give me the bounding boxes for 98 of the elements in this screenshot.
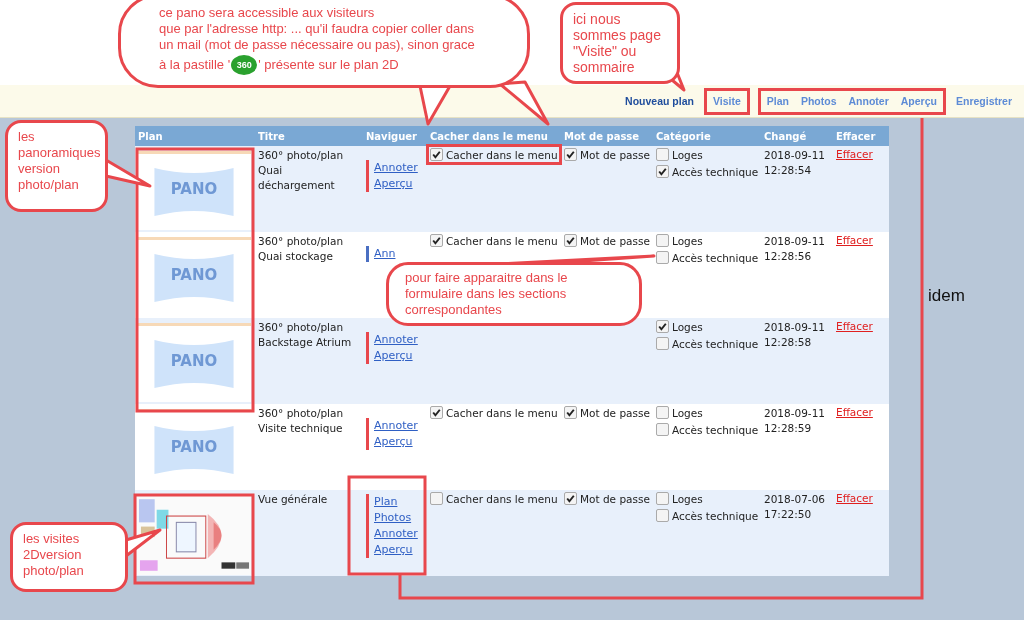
changed-date: 2018-09-11 <box>764 234 827 249</box>
changed-date: 2018-07-06 <box>764 492 827 507</box>
nav-link[interactable]: Aperçu <box>894 95 943 107</box>
row-title: Quai stockage <box>258 249 334 264</box>
checkbox[interactable] <box>656 406 669 419</box>
checkbox-label: Loges <box>672 492 703 505</box>
checkbox[interactable] <box>564 406 577 419</box>
checkbox-label: Mot de passe <box>580 406 650 419</box>
checkbox[interactable] <box>430 492 443 505</box>
checkbox-label: Mot de passe <box>580 148 650 161</box>
nav-link[interactable]: Visite <box>706 95 747 107</box>
row-title: Visite technique <box>258 421 344 436</box>
checkbox[interactable] <box>564 234 577 247</box>
row-link[interactable]: Ann <box>374 246 396 262</box>
delete-link[interactable]: Effacer <box>836 320 873 332</box>
row-link[interactable]: Annoter <box>374 160 418 176</box>
column-header: Titre <box>255 126 363 146</box>
checkbox-label: Accès technique <box>672 423 759 436</box>
delete-link[interactable]: Effacer <box>836 406 873 418</box>
column-header: Catégorie <box>653 126 761 146</box>
checkbox[interactable] <box>656 165 669 178</box>
row-link[interactable]: Photos <box>374 510 418 526</box>
row-title: 360° photo/plan <box>258 320 345 335</box>
checkbox[interactable] <box>564 148 577 161</box>
changed-date: 17:22:50 <box>764 507 813 522</box>
changed-date: 2018-09-11 <box>764 148 827 163</box>
callout-text: ici nous sommes page "Visite" ou sommaire <box>573 11 661 75</box>
checkbox-label: Loges <box>672 234 703 247</box>
row-link[interactable]: Aperçu <box>374 542 418 558</box>
annotation-text: idem <box>928 286 965 306</box>
checkbox[interactable] <box>656 251 669 264</box>
checkbox-label: Cacher dans le menu <box>446 234 558 247</box>
row-link[interactable]: Aperçu <box>374 348 418 364</box>
delete-link[interactable]: Effacer <box>836 234 873 246</box>
column-header: Changé <box>761 126 833 146</box>
callout-text: à la pastille ' <box>159 57 231 73</box>
row-link[interactable]: Annoter <box>374 526 418 542</box>
column-header: Naviguer <box>363 126 427 146</box>
checkbox-label: Accès technique <box>672 165 759 178</box>
checkbox-label: Cacher dans le menu <box>446 406 558 419</box>
row-title: 360° photo/plan <box>258 234 345 249</box>
checkbox[interactable] <box>656 320 669 333</box>
row-title: déchargement <box>258 178 336 193</box>
changed-date: 2018-09-11 <box>764 406 827 421</box>
changed-date: 12:28:54 <box>764 163 813 178</box>
callout-text: un mail (mot de passe nécessaire ou pas), sinon grace <box>159 37 476 53</box>
checkbox[interactable] <box>430 406 443 419</box>
callout-text: ce pano sera accessible aux visiteurs <box>159 5 376 21</box>
column-header: Plan <box>135 126 255 146</box>
checkbox-label: Loges <box>672 320 703 333</box>
changed-date: 12:28:59 <box>764 421 813 436</box>
delete-link[interactable]: Effacer <box>836 492 873 504</box>
changed-date: 12:28:56 <box>764 249 813 264</box>
checkbox[interactable] <box>430 234 443 247</box>
checkbox-label: Accès technique <box>672 251 759 264</box>
checkbox-label: Accès technique <box>672 509 759 522</box>
checkbox-label: Loges <box>672 148 703 161</box>
changed-date: 12:28:58 <box>764 335 813 350</box>
pano-badge-icon: 360 <box>231 55 258 75</box>
callout-text: que par l'adresse http: ... qu'il faudra copier coller dans <box>159 21 475 37</box>
column-header: Effacer <box>833 126 889 146</box>
changed-date: 2018-09-11 <box>764 320 827 335</box>
nav-link[interactable]: Photos <box>794 95 843 107</box>
checkbox-label: Mot de passe <box>580 492 650 505</box>
checkbox[interactable] <box>656 148 669 161</box>
callout-text: les panoramiques version photo/plan <box>18 129 101 192</box>
checkbox[interactable] <box>656 234 669 247</box>
callout-text: pour faire apparaitre dans le formulaire dans les sections correspondantes <box>405 270 568 317</box>
delete-link[interactable]: Effacer <box>836 148 873 160</box>
row-link[interactable]: Annoter <box>374 332 418 348</box>
checkbox-label: Cacher dans le menu <box>446 492 558 505</box>
checkbox[interactable] <box>430 148 443 161</box>
row-title: Vue générale <box>258 492 329 507</box>
checkbox[interactable] <box>656 337 669 350</box>
row-link[interactable]: Annoter <box>374 418 418 434</box>
checkbox[interactable] <box>564 492 577 505</box>
nav-link[interactable]: Nouveau plan <box>619 95 700 107</box>
row-link[interactable]: Plan <box>374 494 418 510</box>
nav-link[interactable]: Annoter <box>842 95 895 107</box>
row-title: 360° photo/plan <box>258 406 345 421</box>
column-header: Cacher dans le menu <box>427 126 561 146</box>
row-title: Backstage Atrium <box>258 335 353 350</box>
checkbox[interactable] <box>656 509 669 522</box>
checkbox-label: Cacher dans le menu <box>446 148 558 161</box>
column-header: Mot de passe <box>561 126 653 146</box>
checkbox[interactable] <box>656 423 669 436</box>
row-title: Quai <box>258 163 284 178</box>
checkbox-label: Loges <box>672 406 703 419</box>
checkbox[interactable] <box>656 492 669 505</box>
row-link[interactable]: Aperçu <box>374 176 418 192</box>
nav-link[interactable]: Enregistrer <box>949 95 1018 107</box>
nav-link[interactable]: Plan <box>760 95 795 107</box>
callout-text: les visites 2Dversion photo/plan <box>23 531 84 578</box>
callout-text: ' présente sur le plan 2D <box>258 57 399 73</box>
checkbox-label: Accès technique <box>672 337 759 350</box>
row-title: 360° photo/plan <box>258 148 345 163</box>
checkbox-label: Mot de passe <box>580 234 650 247</box>
row-link[interactable]: Aperçu <box>374 434 418 450</box>
